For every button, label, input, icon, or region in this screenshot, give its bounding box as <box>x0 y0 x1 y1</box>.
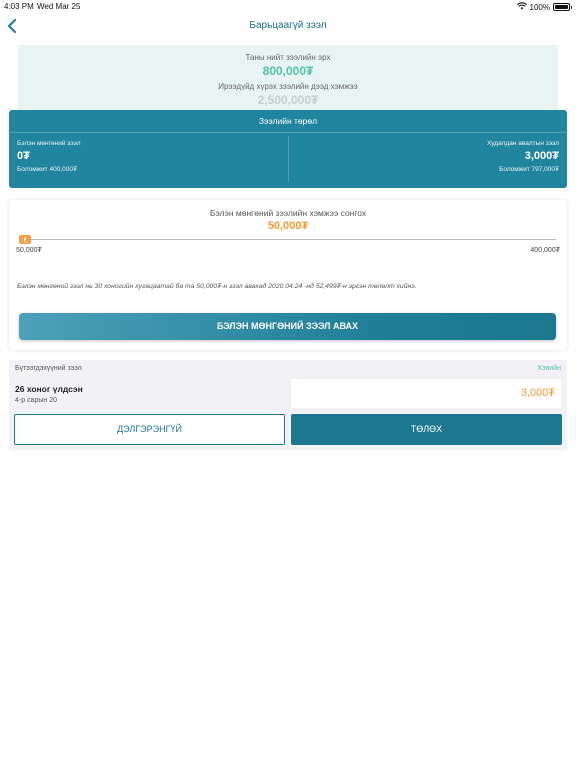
loan-status-link[interactable]: Хэвийн <box>537 365 561 372</box>
status-bar: 4:03 PM Wed Mar 25 100% <box>0 0 576 14</box>
product-loan-label: Бүтээгдэхүүний зээл <box>15 365 82 372</box>
cash-loan-column: Бэлэн мөнгөний зээл 0₮ Боломжит 400,000₮ <box>17 140 277 173</box>
cash-loan-label: Бэлэн мөнгөний зээл <box>17 140 81 147</box>
purchase-loan-value: 3,000₮ <box>524 150 559 162</box>
future-limit-label: Ирээдүйд хүрэх зээлийн дээд хэмжээ <box>218 82 358 91</box>
total-limit-label: Таны нийт зээлийн эрх <box>245 53 331 62</box>
page-title: Барьцаагүй зээл <box>249 20 327 31</box>
days-left: 26 хоног үлдсэн <box>15 384 83 394</box>
amount-selector-card: Бэлэн мөнгөний зээлийн хэмжээ сонгох 50,… <box>9 200 567 350</box>
nav-bar: Барьцаагүй зээл <box>0 14 576 40</box>
purchase-loan-label: Худалдан авалтын зээл <box>487 140 559 147</box>
battery-percent: 100% <box>529 2 550 12</box>
loan-types-card: Зээлийн төрөл Бэлэн мөнгөний зээл 0₮ Бол… <box>9 110 567 188</box>
cash-loan-value: 0₮ <box>17 150 30 162</box>
purchase-loan-available: Боломжит 797,000₮ <box>499 166 559 173</box>
slider-max-label: 400,000₮ <box>530 247 560 254</box>
battery-icon <box>553 3 572 11</box>
pay-button[interactable]: ТӨЛӨХ <box>291 414 562 445</box>
divider <box>288 136 289 182</box>
product-loan-card: Бүтээгдэхүүний зээл Хэвийн 26 хоног үлдс… <box>9 360 567 450</box>
selected-amount: 50,000₮ <box>267 220 309 232</box>
status-time: 4:03 PM <box>4 2 34 11</box>
take-cash-loan-button[interactable]: БЭЛЭН МӨНГӨНИЙ ЗЭЭЛ АВАХ <box>19 313 556 340</box>
slider-min-label: 50,000₮ <box>16 247 42 254</box>
due-date: 4-р сарын 20 <box>15 397 57 404</box>
repayment-note: Бэлэн мөнгөний зээл нь 30 хоногийн хугац… <box>17 283 417 290</box>
total-limit-value: 800,000₮ <box>262 64 314 78</box>
loan-amount: 3,000₮ <box>291 379 561 408</box>
selector-title: Бэлэн мөнгөний зээлийн хэмжээ сонгох <box>209 208 367 218</box>
credit-summary: Таны нийт зээлийн эрх 800,000₮ Ирээдүйд … <box>18 45 558 115</box>
cash-loan-available: Боломжит 400,000₮ <box>17 166 77 173</box>
future-limit-value: 2,500,000₮ <box>257 93 319 107</box>
wifi-icon <box>516 2 527 12</box>
status-date: Wed Mar 25 <box>37 2 81 11</box>
slider-thumb[interactable] <box>19 235 31 244</box>
purchase-loan-column: Худалдан авалтын зээл 3,000₮ Боломжит 79… <box>299 140 559 173</box>
divider <box>9 132 567 133</box>
slider-track[interactable] <box>19 239 556 240</box>
loan-types-title: Зээлийн төрөл <box>258 116 318 126</box>
status-right: 100% <box>516 2 572 12</box>
details-button[interactable]: ДЭЛГЭРЭНГҮЙ <box>14 414 285 445</box>
